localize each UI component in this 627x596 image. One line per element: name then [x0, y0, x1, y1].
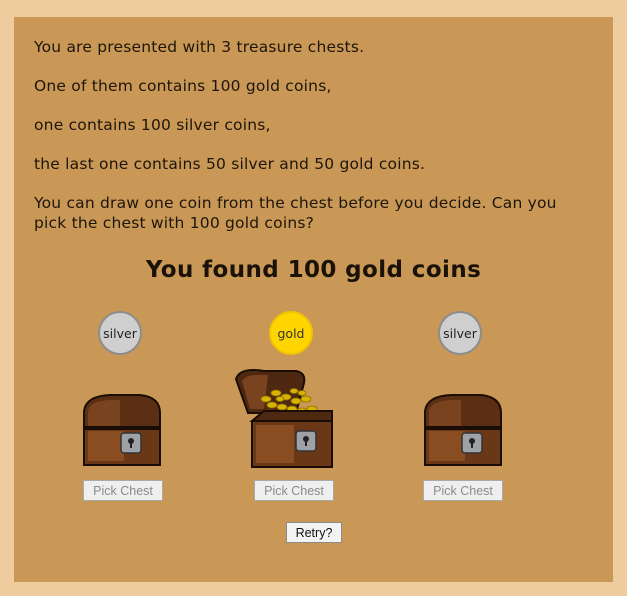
retry-button[interactable]: Retry? — [286, 522, 342, 543]
chest-2-open-gold-icon[interactable] — [234, 369, 334, 471]
intro-line-3: one contains 100 silver coins, — [34, 116, 271, 134]
chest-1-closed-icon[interactable] — [80, 393, 162, 469]
chest-3-closed-icon[interactable] — [421, 393, 503, 469]
pick-chest-2-button[interactable]: Pick Chest — [254, 480, 334, 501]
intro-line-5: You can draw one coin from the chest bef… — [34, 194, 557, 232]
chest-2-coin: gold — [269, 311, 313, 355]
intro-line-4: the last one contains 50 silver and 50 g… — [34, 155, 426, 173]
pick-chest-1-button[interactable]: Pick Chest — [83, 480, 163, 501]
intro-line-2: One of them contains 100 gold coins, — [34, 77, 332, 95]
chest-3-coin: silver — [438, 311, 482, 355]
chest-1-coin: silver — [98, 311, 142, 355]
intro-line-1: You are presented with 3 treasure chests… — [34, 38, 365, 56]
result-message: You found 100 gold coins — [145, 257, 482, 283]
pick-chest-3-button[interactable]: Pick Chest — [423, 480, 503, 501]
game-panel: You are presented with 3 treasure chests… — [14, 17, 613, 582]
